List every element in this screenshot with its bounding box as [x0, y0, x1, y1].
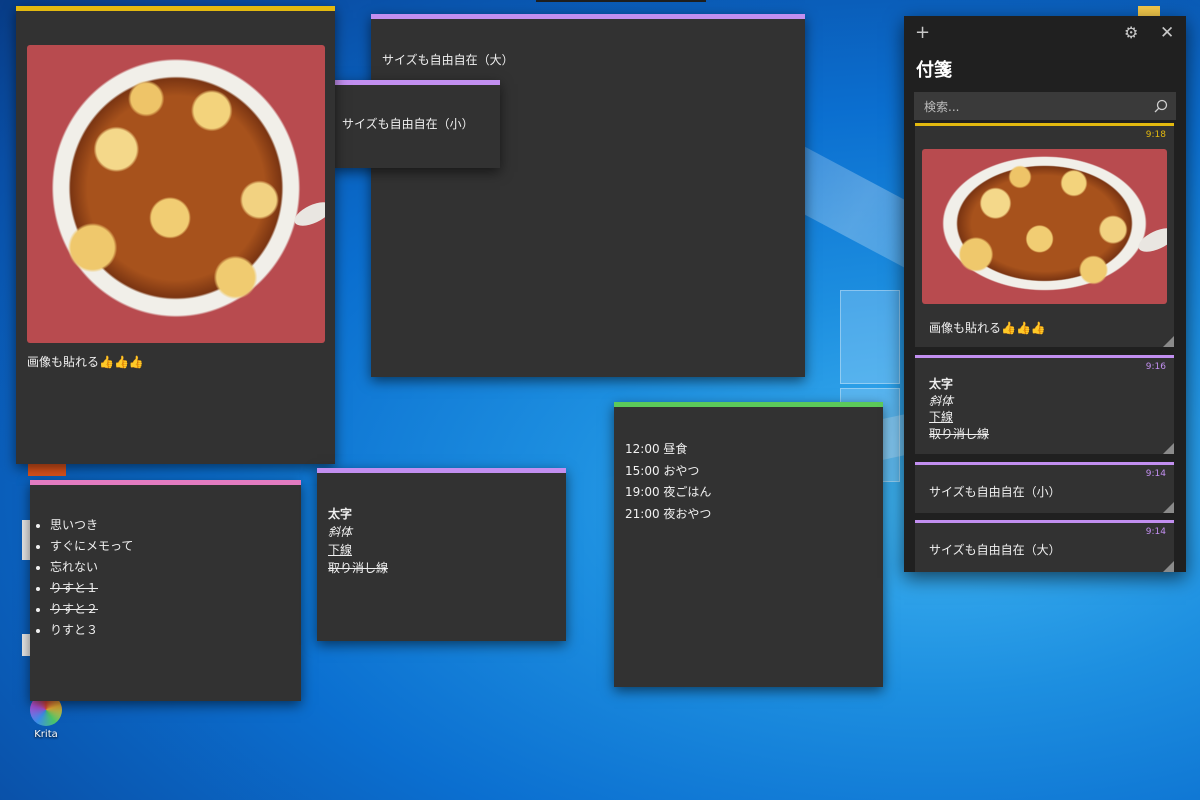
sticky-note-schedule[interactable]: 12:00 昼食 15:00 おやつ 19:00 夜ごはん 21:00 夜おやつ — [614, 402, 883, 687]
bold-text[interactable]: 太字 — [328, 505, 555, 523]
sticky-note-formatting[interactable]: 太字 斜体 下線 取り消し線 — [317, 468, 566, 641]
list-item[interactable]: 思いつき — [50, 515, 290, 536]
underline-text[interactable]: 下線 — [328, 541, 555, 559]
card-strike-text: 取り消し線 — [929, 426, 990, 441]
card-time: 9:18 — [1145, 130, 1166, 140]
card-color-bar — [915, 462, 1174, 465]
note-text[interactable]: サイズも自由自在（大） — [382, 51, 794, 69]
card-bold-text: 太字 — [929, 377, 954, 391]
spoon — [1135, 223, 1167, 257]
italic-text[interactable]: 斜体 — [328, 523, 555, 541]
card-fold — [1163, 443, 1174, 454]
schedule-line[interactable]: 15:00 おやつ — [625, 461, 872, 483]
top-edge-window — [536, 0, 706, 2]
note-card-formatting[interactable]: 9:16 太字 斜体 下線 取り消し線 — [915, 355, 1174, 454]
card-time: 9:16 — [1145, 362, 1166, 372]
card-fold — [1163, 561, 1174, 572]
sticky-note-large[interactable]: サイズも自由自在（大） — [371, 14, 805, 377]
close-icon[interactable]: ✕ — [1160, 23, 1174, 43]
card-time: 9:14 — [1145, 469, 1166, 479]
bullet-list[interactable]: 思いつき すぐにメモって 忘れない りすと１ りすと２ りすと３ — [30, 515, 290, 641]
strikethrough-text[interactable]: 取り消し線 — [328, 559, 555, 577]
card-text: サイズも自由自在（大） — [929, 543, 1061, 557]
card-italic-text: 斜体 — [929, 393, 954, 408]
card-fold — [1163, 502, 1174, 513]
sticky-note-small[interactable]: サイズも自由自在（小） — [331, 80, 500, 168]
list-item[interactable]: 忘れない — [50, 557, 290, 578]
card-underline-text: 下線 — [929, 410, 954, 424]
gear-icon[interactable]: ⚙ — [1124, 23, 1138, 43]
desktop-icon-partial[interactable] — [28, 462, 66, 476]
card-text: サイズも自由自在（小） — [929, 485, 1061, 499]
list-item-struck[interactable]: りすと１ — [50, 578, 290, 599]
note-caption[interactable]: 画像も貼れる👍👍👍 — [27, 353, 324, 371]
sticky-note-list[interactable]: 思いつき すぐにメモって 忘れない りすと１ りすと２ りすと３ — [30, 480, 301, 701]
search-input[interactable]: 検索... — [914, 92, 1176, 120]
card-time: 9:14 — [1145, 527, 1166, 537]
sticky-notes-panel: + ⚙ ✕ 付箋 検索... 9:18 画像も貼れる👍👍👍 9:16 太字 斜体… — [904, 16, 1186, 572]
desktop-icon-partial[interactable] — [22, 520, 30, 560]
panel-title: 付箋 — [916, 60, 952, 81]
list-item[interactable]: りすと３ — [50, 620, 290, 641]
note-text[interactable]: サイズも自由自在（小） — [342, 115, 489, 133]
list-item-struck[interactable]: りすと２ — [50, 599, 290, 620]
sticky-note-image[interactable]: 画像も貼れる👍👍👍 — [16, 6, 335, 464]
mapo-tofu-image[interactable] — [27, 45, 325, 343]
card-fold — [1163, 336, 1174, 347]
panel-titlebar: + ⚙ ✕ — [904, 16, 1186, 50]
search-placeholder: 検索... — [924, 100, 960, 114]
card-image — [922, 149, 1167, 304]
plus-icon[interactable]: + — [915, 23, 930, 43]
schedule-line[interactable]: 21:00 夜おやつ — [625, 504, 872, 526]
spoon — [291, 197, 325, 231]
list-item[interactable]: すぐにメモって — [50, 536, 290, 557]
card-color-bar — [915, 123, 1174, 126]
schedule-line[interactable]: 19:00 夜ごはん — [625, 482, 872, 504]
desktop-icon-partial[interactable] — [22, 634, 30, 656]
note-card-large[interactable]: 9:14 サイズも自由自在（大） — [915, 520, 1174, 572]
card-caption: 画像も貼れる👍👍👍 — [929, 321, 1046, 335]
note-card-small[interactable]: 9:14 サイズも自由自在（小） — [915, 462, 1174, 513]
card-color-bar — [915, 355, 1174, 358]
desktop-icon-label: Krita — [34, 729, 58, 740]
note-color-bar[interactable] — [16, 6, 335, 11]
card-color-bar — [915, 520, 1174, 523]
schedule-line[interactable]: 12:00 昼食 — [625, 439, 872, 461]
search-icon[interactable] — [1154, 99, 1168, 113]
note-card-image[interactable]: 9:18 画像も貼れる👍👍👍 — [915, 123, 1174, 347]
